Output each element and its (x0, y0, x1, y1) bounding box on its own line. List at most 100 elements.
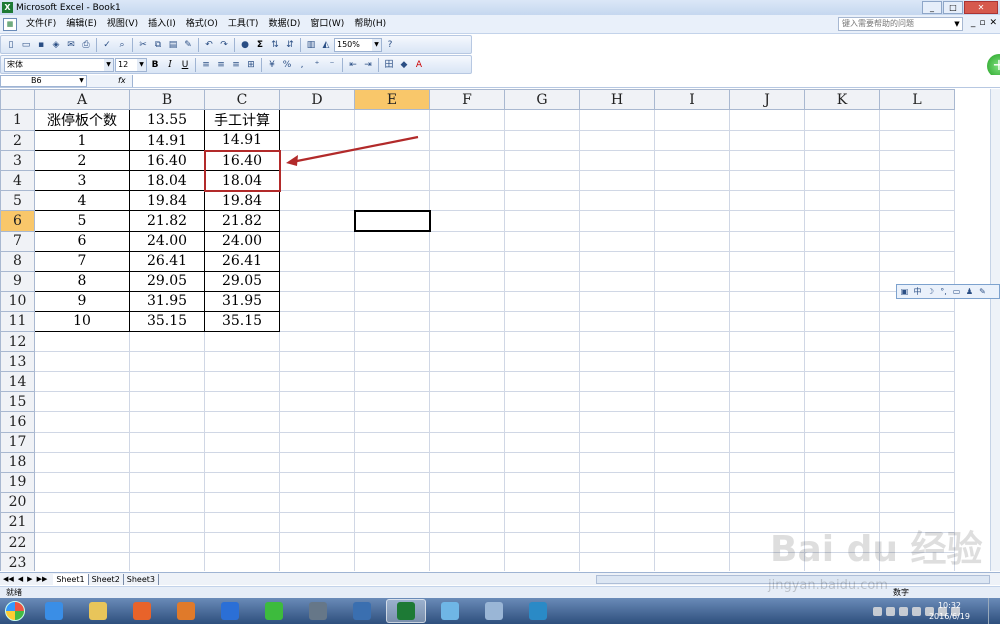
minimize-button[interactable]: _ (922, 1, 942, 14)
cell-c6[interactable]: 21.82 (204, 210, 280, 232)
cell-j4[interactable] (729, 170, 805, 192)
last-sheet-icon[interactable]: ▶▶ (37, 575, 48, 583)
show-desktop-button[interactable] (988, 598, 1000, 624)
cell-j12[interactable] (729, 331, 805, 353)
ime-moon-icon[interactable]: ☽ (925, 287, 936, 296)
italic-button[interactable]: I (163, 58, 177, 72)
cell-f21[interactable] (429, 511, 505, 533)
formula-input[interactable] (132, 75, 1000, 87)
cell-f8[interactable] (429, 250, 505, 272)
cell-l8[interactable] (879, 250, 955, 272)
cell-e5[interactable] (354, 190, 430, 212)
cell-b5[interactable]: 19.84 (129, 190, 205, 212)
cell-i1[interactable] (654, 109, 730, 132)
cell-i14[interactable] (654, 371, 730, 393)
cell-k6[interactable] (804, 210, 880, 232)
cell-e18[interactable] (354, 451, 430, 473)
cell-k8[interactable] (804, 250, 880, 272)
align-left-icon[interactable]: ≡ (199, 58, 213, 72)
cell-f7[interactable] (429, 230, 505, 252)
menu-help[interactable]: 帮助(H) (349, 16, 391, 33)
fill-color-icon[interactable]: ◆ (397, 58, 411, 72)
cell-l12[interactable] (879, 331, 955, 353)
cell-c14[interactable] (204, 371, 280, 393)
cell-c1[interactable]: 手工计算 (204, 109, 280, 132)
cell-j11[interactable] (729, 310, 805, 333)
cell-a22[interactable] (34, 531, 130, 554)
cell-h11[interactable] (579, 310, 655, 333)
cell-b22[interactable] (129, 531, 205, 554)
ime-chinese-button[interactable]: 中 (912, 286, 923, 297)
cell-i7[interactable] (654, 230, 730, 252)
cell-k18[interactable] (804, 451, 880, 473)
cell-c15[interactable] (204, 391, 280, 413)
spellcheck-icon[interactable]: ✓ (100, 38, 114, 52)
cell-i2[interactable] (654, 130, 730, 152)
cell-i5[interactable] (654, 190, 730, 212)
cell-h23[interactable] (579, 552, 655, 571)
taskbar-film-button[interactable] (298, 599, 338, 623)
cell-d1[interactable] (279, 109, 355, 132)
row-header-10[interactable]: 10 (0, 290, 35, 312)
cell-b11[interactable]: 35.15 (129, 310, 205, 333)
cell-g20[interactable] (504, 491, 580, 513)
cell-a17[interactable] (34, 431, 130, 453)
cell-i9[interactable] (654, 270, 730, 292)
menu-tools[interactable]: 工具(T) (223, 16, 264, 33)
cell-e17[interactable] (354, 431, 430, 453)
cell-b3[interactable]: 16.40 (129, 150, 205, 172)
cell-a18[interactable] (34, 451, 130, 473)
merge-center-icon[interactable]: ⊞ (244, 58, 258, 72)
cell-g6[interactable] (504, 210, 580, 232)
cell-l20[interactable] (879, 491, 955, 513)
row-header-16[interactable]: 16 (0, 411, 35, 433)
menu-data[interactable]: 数据(D) (263, 16, 305, 33)
cell-a13[interactable] (34, 351, 130, 373)
row-header-23[interactable]: 23 (0, 552, 35, 571)
cell-e20[interactable] (354, 491, 430, 513)
row-header-20[interactable]: 20 (0, 491, 35, 513)
cell-e14[interactable] (354, 371, 430, 393)
cell-c16[interactable] (204, 411, 280, 433)
cell-e11[interactable] (354, 310, 430, 333)
cell-c11[interactable]: 35.15 (204, 310, 280, 333)
cell-a21[interactable] (34, 511, 130, 533)
cell-a8[interactable]: 7 (34, 250, 130, 272)
cell-d6[interactable] (279, 210, 355, 232)
taskbar-notepad-button[interactable] (430, 599, 470, 623)
document-icon[interactable]: ▦ (3, 17, 17, 31)
column-header-f[interactable]: F (429, 89, 505, 111)
cell-c17[interactable] (204, 431, 280, 453)
cell-c5[interactable]: 19.84 (204, 190, 280, 212)
cell-l16[interactable] (879, 411, 955, 433)
cell-h8[interactable] (579, 250, 655, 272)
cell-d21[interactable] (279, 511, 355, 533)
cell-f4[interactable] (429, 170, 505, 192)
cell-l13[interactable] (879, 351, 955, 373)
taskbar-folder-button[interactable] (78, 599, 118, 623)
taskbar-video-button[interactable] (342, 599, 382, 623)
cell-e7[interactable] (354, 230, 430, 252)
column-header-a[interactable]: A (34, 89, 130, 111)
cell-h6[interactable] (579, 210, 655, 232)
row-header-18[interactable]: 18 (0, 451, 35, 473)
menu-format[interactable]: 格式(O) (181, 16, 223, 33)
font-size-select[interactable]: 12 ▼ (115, 57, 147, 72)
copy-icon[interactable]: ⧉ (151, 38, 165, 52)
cell-l17[interactable] (879, 431, 955, 453)
cell-b17[interactable] (129, 431, 205, 453)
cell-c7[interactable]: 24.00 (204, 230, 280, 252)
cell-c23[interactable] (204, 552, 280, 571)
start-button[interactable] (0, 598, 30, 624)
cell-j19[interactable] (729, 471, 805, 493)
cell-g13[interactable] (504, 351, 580, 373)
cell-b7[interactable]: 24.00 (129, 230, 205, 252)
save-icon[interactable]: ▪ (34, 38, 48, 52)
cell-b18[interactable] (129, 451, 205, 473)
sort-descending-icon[interactable]: ⇵ (283, 38, 297, 52)
cell-i17[interactable] (654, 431, 730, 453)
decrease-decimal-icon[interactable]: ⁻ (325, 58, 339, 72)
cell-b15[interactable] (129, 391, 205, 413)
taskbar-browser-button[interactable] (122, 599, 162, 623)
cell-d14[interactable] (279, 371, 355, 393)
